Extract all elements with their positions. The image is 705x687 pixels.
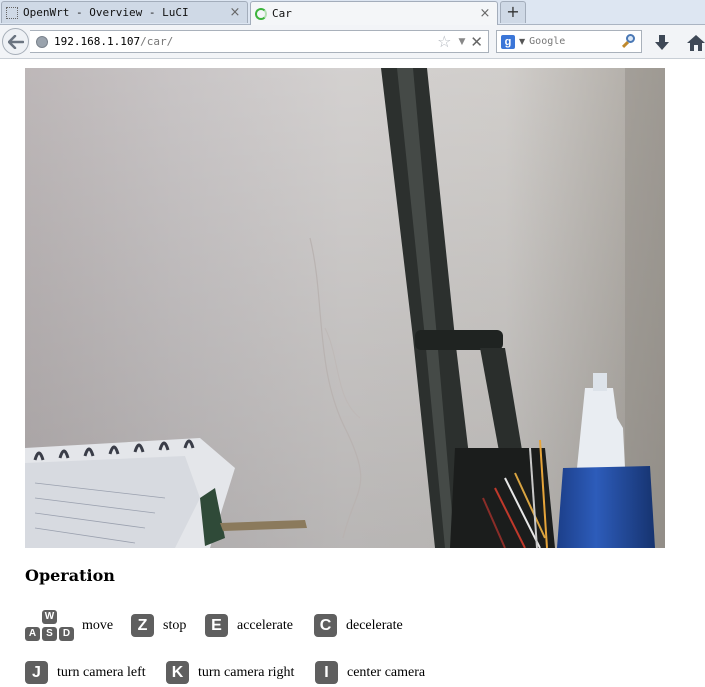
- back-button[interactable]: [2, 28, 29, 55]
- stop-label: stop: [163, 618, 187, 633]
- key-a: A: [25, 627, 40, 641]
- tab-openwrt-overview[interactable]: OpenWrt - Overview - LuCI ×: [1, 1, 248, 23]
- close-icon[interactable]: ×: [228, 5, 242, 20]
- move-label: move: [82, 618, 114, 633]
- page-favicon-icon: [6, 6, 18, 19]
- accelerate-label: accelerate: [237, 618, 293, 633]
- operation-heading: Operation: [25, 566, 115, 585]
- key-c: C: [314, 614, 337, 637]
- tab-strip: OpenWrt - Overview - LuCI × Car × +: [0, 0, 705, 25]
- dropdown-arrow-icon[interactable]: ▼: [459, 37, 466, 47]
- key-j: J: [25, 661, 48, 684]
- camera-feed-image: [25, 68, 665, 548]
- bookmark-star-icon[interactable]: ☆: [437, 32, 451, 51]
- downloads-icon[interactable]: [652, 33, 672, 53]
- globe-icon: [36, 35, 48, 48]
- key-e: E: [205, 614, 228, 637]
- decelerate-label: decelerate: [346, 618, 403, 633]
- key-z: Z: [131, 614, 154, 637]
- url-host: 192.168.1.107: [54, 35, 141, 48]
- search-engine-icon[interactable]: g: [501, 34, 515, 49]
- tab-title: OpenWrt - Overview - LuCI: [23, 6, 189, 19]
- address-bar[interactable]: 192.168.1.107/car/ ☆ ▼ ✕: [30, 30, 489, 53]
- loading-icon: [255, 7, 267, 20]
- turn-camera-right-label: turn camera right: [198, 665, 295, 680]
- stop-icon[interactable]: ✕: [470, 33, 483, 51]
- back-arrow-icon: [7, 34, 24, 49]
- key-w: W: [42, 610, 57, 624]
- search-input[interactable]: [529, 36, 610, 47]
- dropdown-arrow-icon[interactable]: ▼: [519, 37, 525, 46]
- url-text[interactable]: 192.168.1.107/car/: [54, 35, 437, 48]
- close-icon[interactable]: ×: [478, 6, 492, 21]
- tab-title: Car: [272, 7, 292, 20]
- plus-icon: +: [506, 2, 520, 21]
- navigation-toolbar: 192.168.1.107/car/ ☆ ▼ ✕ g ▼: [0, 25, 705, 59]
- center-camera-label: center camera: [347, 665, 426, 680]
- new-tab-button[interactable]: +: [500, 1, 526, 23]
- url-path: /car/: [140, 35, 174, 48]
- key-d: D: [59, 627, 74, 641]
- search-icon[interactable]: [621, 33, 637, 50]
- key-s: S: [42, 627, 57, 641]
- search-bar: g ▼: [496, 30, 642, 53]
- key-i: I: [315, 661, 338, 684]
- turn-camera-left-label: turn camera left: [57, 665, 146, 680]
- tab-car[interactable]: Car ×: [250, 1, 498, 25]
- home-icon[interactable]: [686, 33, 705, 53]
- key-k: K: [166, 661, 189, 684]
